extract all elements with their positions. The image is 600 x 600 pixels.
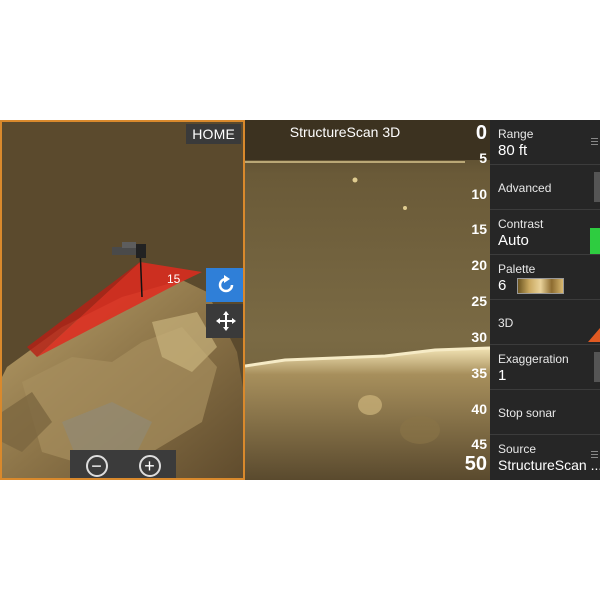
menu-item-exaggeration[interactable]: Exaggeration 1 — [490, 345, 600, 390]
menu-item-label: Palette — [498, 262, 536, 276]
grip-icon — [591, 136, 598, 147]
depth-label: 30 — [471, 329, 487, 345]
menu-item-range[interactable]: Range 80 ft — [490, 120, 600, 165]
depth-label: 10 — [471, 186, 487, 202]
palette-value-row: 6 — [498, 277, 600, 295]
view-tools — [206, 268, 243, 340]
menu-item-3d[interactable]: 3D — [490, 300, 600, 345]
depth-label: 35 — [471, 365, 487, 381]
menu-item-contrast[interactable]: Contrast Auto — [490, 210, 600, 255]
depth-label: 5 — [479, 150, 487, 166]
pan-button[interactable] — [206, 304, 243, 338]
menu-item-advanced[interactable]: Advanced — [490, 165, 600, 210]
zoom-in-button[interactable]: + — [138, 455, 161, 477]
menu-item-value: 6 — [498, 277, 507, 294]
menu-item-label: Exaggeration — [498, 352, 569, 366]
menu-item-value: 80 ft — [498, 142, 528, 159]
menu-item-label: Advanced — [498, 181, 552, 195]
grip-icon — [591, 449, 598, 460]
rotate-button[interactable] — [206, 268, 243, 302]
contrast-level-indicator — [590, 228, 600, 254]
home-button[interactable]: HOME — [186, 124, 241, 144]
menu-item-label: Source — [498, 442, 537, 456]
palette-swatch — [516, 278, 564, 295]
menu-item-label: Contrast — [498, 217, 544, 231]
menu-item-label: Range — [498, 127, 534, 141]
scroll-indicator — [594, 352, 600, 382]
menu-item-value: StructureScan ... — [498, 457, 600, 473]
depth-label: 45 — [471, 436, 487, 452]
sonar-menu: Range 80 ft Advanced Contrast Auto Palet… — [490, 120, 600, 480]
menu-item-value: Auto — [498, 232, 529, 249]
depth-label: 20 — [471, 257, 487, 273]
submenu-indicator — [588, 328, 600, 342]
fishfinder-screen: HOME 15 − + StructureScan 3D 0 5 10 15 2… — [0, 120, 600, 480]
depth-label: 50 — [464, 453, 487, 475]
sonar-title: StructureScan 3D — [289, 124, 401, 140]
structurescan-3d-view[interactable]: HOME 15 − + — [0, 120, 245, 480]
depth-label: 0 — [475, 122, 487, 144]
menu-item-source[interactable]: Source StructureScan ... — [490, 435, 600, 480]
menu-item-palette[interactable]: Palette 6 — [490, 255, 600, 300]
depth-label: 40 — [471, 401, 487, 417]
depth-scale: 0 5 10 15 20 25 30 35 40 45 50 — [447, 120, 487, 480]
zoom-out-button[interactable]: − — [85, 455, 108, 477]
depth-label: 25 — [471, 293, 487, 309]
menu-item-stop-sonar[interactable]: Stop sonar — [490, 390, 600, 435]
rotate-icon — [218, 275, 234, 293]
depth-label: 15 — [471, 221, 487, 237]
pan-arrows-icon — [216, 311, 236, 331]
sonar-view[interactable]: StructureScan 3D 0 5 10 15 20 25 30 35 4… — [245, 120, 490, 480]
menu-item-value: 1 — [498, 367, 507, 384]
zoom-controls: − + — [70, 450, 176, 478]
scroll-indicator — [594, 172, 600, 202]
depth-marker-label: 15 — [167, 272, 181, 286]
menu-item-label: Stop sonar — [498, 406, 557, 420]
menu-item-label: 3D — [498, 316, 514, 330]
